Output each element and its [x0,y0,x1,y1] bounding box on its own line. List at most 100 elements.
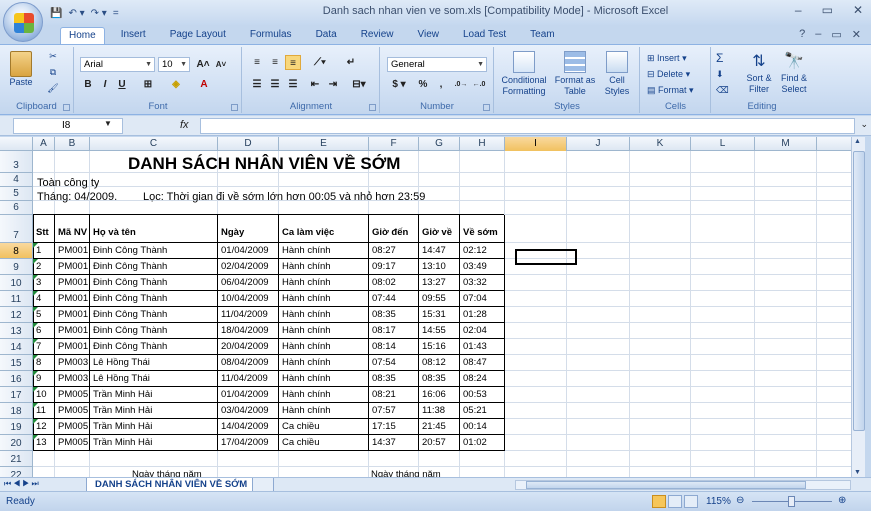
row-header-19[interactable]: 19 [0,419,33,435]
percent-button[interactable]: % [415,77,431,92]
row-header-11[interactable]: 11 [0,291,33,307]
row-header-7[interactable]: 7 [0,215,33,243]
align-left-icon[interactable]: ☰ [249,77,265,92]
column-header-b[interactable]: B [55,137,90,151]
autosum-icon[interactable]: Σ [716,52,723,64]
row-header-22[interactable]: 22 [0,467,33,477]
wrap-text-icon[interactable]: ↵ [343,55,359,70]
row-header-8[interactable]: 8 [0,243,33,259]
copy-icon[interactable]: ⧉ [46,67,60,78]
font-launcher[interactable] [231,104,238,111]
row-header-17[interactable]: 17 [0,387,33,403]
ribbon-close-icon[interactable]: ✕ [852,28,861,41]
worksheet-grid[interactable]: ABCDEFGHIJKLM 3 4 5 6 7 8 9 10 11 12 13 14 15 16 17 18 1… [0,137,851,477]
comma-button[interactable]: , [433,77,449,92]
number-launcher[interactable] [483,104,490,111]
column-header-d[interactable]: D [218,137,279,151]
tab-insert[interactable]: Insert [113,27,154,44]
currency-button[interactable]: $ ▾ [387,77,411,92]
expand-formula-icon[interactable]: ⌄ [860,119,868,130]
page-layout-view-icon[interactable] [668,495,682,508]
column-header-f[interactable]: F [369,137,419,151]
align-bottom-icon[interactable]: ≡ [285,55,301,70]
shrink-font-button[interactable]: A˅ [213,57,229,72]
fill-icon[interactable]: ⬇ [716,69,724,80]
tab-review[interactable]: Review [353,27,402,44]
select-all-corner[interactable] [0,137,33,151]
maximize-button[interactable]: ▭ [822,3,833,17]
format-cells-button[interactable]: ▤ Format ▾ [647,85,694,96]
italic-button[interactable]: I [97,77,113,92]
row-header-4[interactable]: 4 [0,173,33,187]
orientation-icon[interactable]: ⟋▾ [307,55,333,70]
normal-view-icon[interactable] [652,495,666,508]
underline-button[interactable]: U [114,77,130,92]
row-header-10[interactable]: 10 [0,275,33,291]
vertical-scrollbar[interactable]: ▲ ▼ [851,137,865,477]
row-header-13[interactable]: 13 [0,323,33,339]
tab-page-layout[interactable]: Page Layout [162,27,234,44]
name-box-dropdown-icon[interactable]: ▼ [104,119,112,128]
align-center-icon[interactable]: ☰ [267,77,283,92]
decrease-indent-icon[interactable]: ⇤ [307,77,323,92]
row-header-14[interactable]: 14 [0,339,33,355]
tab-load-test[interactable]: Load Test [455,27,514,44]
insert-sheet-icon[interactable] [252,478,274,492]
column-header-a[interactable]: A [33,137,55,151]
page-break-view-icon[interactable] [684,495,698,508]
row-header-9[interactable]: 9 [0,259,33,275]
formula-input[interactable] [200,118,855,134]
tab-data[interactable]: Data [308,27,345,44]
bold-button[interactable]: B [80,77,96,92]
row-header-20[interactable]: 20 [0,435,33,451]
column-header-e[interactable]: E [279,137,369,151]
zoom-slider[interactable] [752,496,832,507]
grow-font-button[interactable]: A˄ [195,57,211,72]
row-header-21[interactable]: 21 [0,451,33,467]
borders-icon[interactable]: ⊞ [137,77,159,92]
column-header-c[interactable]: C [90,137,218,151]
tab-team[interactable]: Team [522,27,562,44]
align-middle-icon[interactable]: ≡ [267,55,283,70]
cut-icon[interactable]: ✂ [46,51,60,62]
column-header-j[interactable]: J [567,137,630,151]
zoom-in-icon[interactable]: ⊕ [838,495,846,506]
number-format-combo[interactable]: General ▼ [387,57,487,72]
insert-function-icon[interactable]: fx [180,119,189,131]
align-right-icon[interactable]: ☰ [285,77,301,92]
column-header-h[interactable]: H [460,137,505,151]
font-name-combo[interactable]: Arial ▼ [80,57,155,72]
office-button[interactable] [3,2,43,42]
align-top-icon[interactable]: ≡ [249,55,265,70]
zoom-level[interactable]: 115% [706,496,731,507]
column-header-l[interactable]: L [691,137,755,151]
increase-decimal-icon[interactable]: .0→ [453,77,469,92]
minimize-button[interactable]: – [795,3,802,17]
merge-center-icon[interactable]: ⊟▾ [347,77,371,92]
horizontal-scroll-thumb[interactable] [526,481,806,489]
zoom-out-icon[interactable]: ⊖ [736,495,744,506]
row-header-18[interactable]: 18 [0,403,33,419]
row-header-12[interactable]: 12 [0,307,33,323]
row-header-16[interactable]: 16 [0,371,33,387]
selected-cell-i8[interactable] [515,249,577,265]
tab-formulas[interactable]: Formulas [242,27,300,44]
ribbon-restore-icon[interactable]: ▭ [831,28,841,41]
sheet-nav-icon[interactable]: ⏮◀▶⏭ [4,479,41,489]
column-header-m[interactable]: M [755,137,817,151]
increase-indent-icon[interactable]: ⇥ [325,77,341,92]
tab-home[interactable]: Home [60,27,105,44]
row-header-3[interactable]: 3 [0,151,33,173]
sort-filter-button[interactable]: ⇅ Sort & Filter [742,51,776,95]
column-header-i[interactable]: I [505,137,567,151]
vertical-scroll-thumb[interactable] [853,151,865,431]
ribbon-minimize-icon[interactable]: – [815,28,821,41]
clear-icon[interactable]: ⌫ [716,85,729,96]
row-header-6[interactable]: 6 [0,201,33,215]
scroll-up-icon[interactable]: ▲ [854,138,861,145]
format-painter-icon[interactable]: 🖌 [46,83,60,94]
find-select-button[interactable]: 🔭 Find & Select [778,51,810,95]
paste-button[interactable]: Paste [6,51,36,88]
delete-cells-button[interactable]: ⊟ Delete ▾ [647,69,690,80]
column-header-g[interactable]: G [419,137,460,151]
